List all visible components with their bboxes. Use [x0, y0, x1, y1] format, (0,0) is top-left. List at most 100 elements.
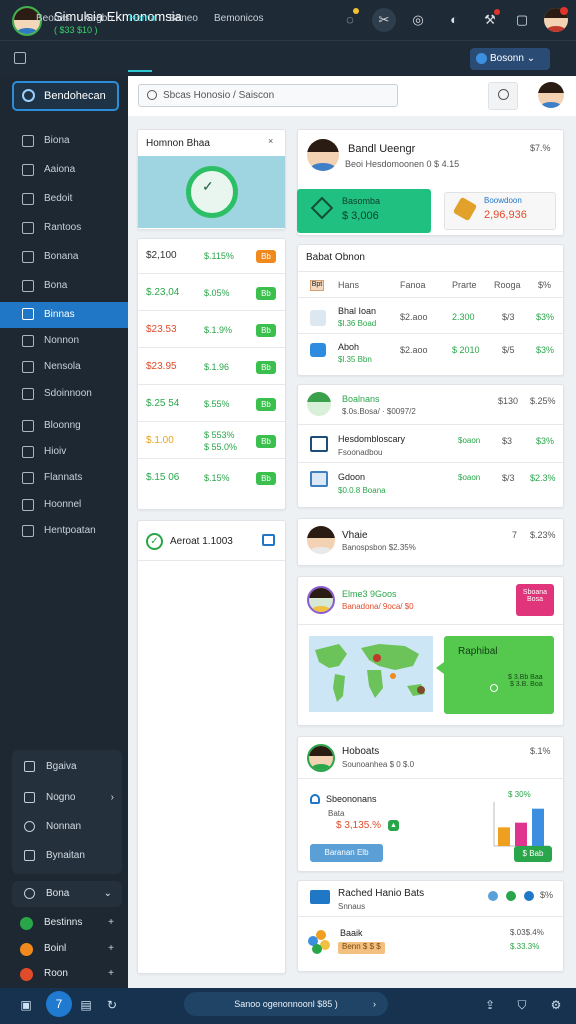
sidebar-item-15[interactable]: Hentpoatan: [0, 519, 128, 543]
sidebar-item-6[interactable]: Bona: [0, 274, 128, 298]
sidebar-item-3[interactable]: Bedoit: [0, 187, 128, 211]
price-badge[interactable]: Bb: [256, 398, 276, 411]
sidebar-bottom-item-3[interactable]: Roon +: [20, 964, 120, 984]
sidebar-primary-button[interactable]: Bendohecan: [12, 81, 119, 111]
menu-item-4[interactable]: Beneo: [169, 13, 198, 24]
header-avatar[interactable]: [538, 82, 564, 108]
world-map[interactable]: [309, 636, 433, 712]
account-dropdown[interactable]: Bosonn ⌄: [470, 48, 550, 70]
sidebar-card-item-3[interactable]: Nonnan: [12, 815, 122, 839]
sidebar-item-2[interactable]: Aaiona: [0, 158, 128, 182]
gold-stat-label: Boowdoon: [484, 196, 522, 205]
sidebar-item-8[interactable]: Nonnon: [0, 329, 128, 353]
chart-pill[interactable]: $ Bab: [514, 846, 552, 862]
nav-icon: [22, 135, 34, 147]
sidebar-card-item-4[interactable]: Bynaitan: [12, 844, 122, 868]
news-row-title[interactable]: Gdoon: [338, 472, 365, 482]
sidebar-card-item-2[interactable]: Nogno ›: [12, 786, 122, 810]
trend-up-icon: ▲: [388, 820, 399, 831]
summary-title: Homnon Bhaa: [146, 138, 210, 149]
window-icon[interactable]: [14, 52, 26, 64]
sidebar-item-12[interactable]: Hioiv: [0, 440, 128, 464]
price-badge[interactable]: Bb: [256, 287, 276, 300]
shield-icon[interactable]: ⛉: [510, 993, 534, 1017]
sidebar-item-7[interactable]: Binnas: [0, 302, 128, 328]
price-badge[interactable]: Bb: [256, 435, 276, 448]
sidebar-bottom-item-1[interactable]: Bestinns +: [20, 913, 120, 933]
divider: [138, 458, 285, 459]
globe-icon[interactable]: ◐: [442, 8, 466, 32]
market-cell: $2.aoo: [400, 312, 428, 322]
user-button[interactable]: [488, 82, 518, 110]
chart-avatar: [307, 744, 335, 772]
menu-item-5[interactable]: Bemonicos: [214, 13, 263, 24]
sidebar-item-14[interactable]: Hoonnel: [0, 493, 128, 517]
chevron-right-icon: ›: [373, 999, 376, 1009]
refresh-icon[interactable]: ↻: [100, 993, 124, 1017]
sidebar-item-9[interactable]: Nensola: [0, 355, 128, 379]
map-marker[interactable]: [373, 654, 381, 662]
news-row-title[interactable]: Boalnans: [342, 394, 380, 404]
news-row-title[interactable]: Hesdombloscary: [338, 434, 405, 444]
close-icon[interactable]: ×: [268, 136, 273, 146]
check-icon: ✓: [202, 178, 214, 194]
price-cell-b: $.15%: [204, 473, 230, 483]
map-badge[interactable]: Sboana Bosa: [516, 584, 554, 616]
grid-icon[interactable]: ▣: [14, 993, 38, 1017]
user-row-card[interactable]: [297, 518, 564, 566]
sidebar-item-4[interactable]: Rantoos: [0, 216, 128, 240]
settings-icon[interactable]: ⚙: [544, 993, 568, 1017]
market-row-name[interactable]: Aboh: [338, 342, 359, 352]
sidebar-item-11[interactable]: Bloonng: [0, 414, 128, 438]
profile-photo: [307, 139, 339, 171]
status-dot: [506, 891, 516, 901]
chart-pct: $.1%: [530, 746, 551, 756]
menu-item-2[interactable]: Aegbo: [84, 13, 113, 24]
price-badge[interactable]: Bb: [256, 324, 276, 337]
sidebar-item-1[interactable]: Biona: [0, 129, 128, 153]
price-badge[interactable]: Bb: [256, 361, 276, 374]
search-input[interactable]: Sbcas Honosio / Saiscon: [138, 84, 398, 107]
message-icon[interactable]: ▢: [510, 8, 534, 32]
divider: [138, 273, 285, 274]
news-row-sub: Fsoonadbou: [338, 448, 383, 457]
menu-item-3[interactable]: Horna: [129, 13, 156, 24]
chart-action-button[interactable]: Baranan Elb: [310, 844, 383, 862]
price-badge[interactable]: Bb: [256, 472, 276, 485]
share-icon[interactable]: ⇪: [478, 993, 502, 1017]
market-cell: $ 2010: [452, 345, 480, 355]
sidebar-item-label: Biona: [44, 135, 70, 146]
tools-icon[interactable]: ✂: [372, 8, 396, 32]
status-dot: [488, 891, 498, 901]
menu-item-1[interactable]: Beonas: [36, 13, 70, 24]
divider: [298, 624, 563, 625]
sidebar-bottom-item-2[interactable]: Boinl +: [20, 939, 120, 959]
sidebar-item-label: Sdoinnoon: [44, 388, 92, 399]
sidebar-item-5[interactable]: Bonana: [0, 245, 128, 269]
sidebar-item-label: Flannats: [44, 472, 83, 483]
map-marker[interactable]: [417, 686, 425, 694]
card-item-label: Nonnan: [46, 821, 82, 832]
image-icon[interactable]: ▤: [74, 993, 98, 1017]
status-pill[interactable]: Sanoo ogenonnoonl $85 ) ›: [184, 992, 388, 1016]
sidebar-item-13[interactable]: Flannats: [0, 466, 128, 490]
sidebar-select[interactable]: Bona ⌄: [12, 881, 122, 907]
sidebar-item-10[interactable]: Sdoinnoon: [0, 382, 128, 406]
card-item-label: Nogno: [46, 792, 76, 803]
price-badge[interactable]: Bb: [256, 250, 276, 263]
profile-badge: [560, 7, 568, 15]
support-icon[interactable]: ◎: [406, 8, 430, 32]
step-button[interactable]: 7: [46, 991, 72, 1017]
market-row-name[interactable]: Bhal Ioan: [338, 306, 376, 316]
save-icon[interactable]: [262, 534, 275, 546]
divider: [298, 271, 563, 272]
nav-icon: [22, 280, 34, 292]
profile-sub: Beoi Hesdomoonen 0 $ 4.15: [345, 159, 460, 169]
map-marker[interactable]: [390, 673, 396, 679]
sidebar-card-item-1[interactable]: Bgaiva: [12, 755, 122, 779]
table-header-cell: Prarte: [452, 280, 477, 290]
price-table: [137, 238, 286, 510]
search-icon: [147, 90, 157, 100]
market-row-sub: $l.35 Bbn: [338, 355, 372, 364]
nav-icon: [22, 361, 34, 373]
